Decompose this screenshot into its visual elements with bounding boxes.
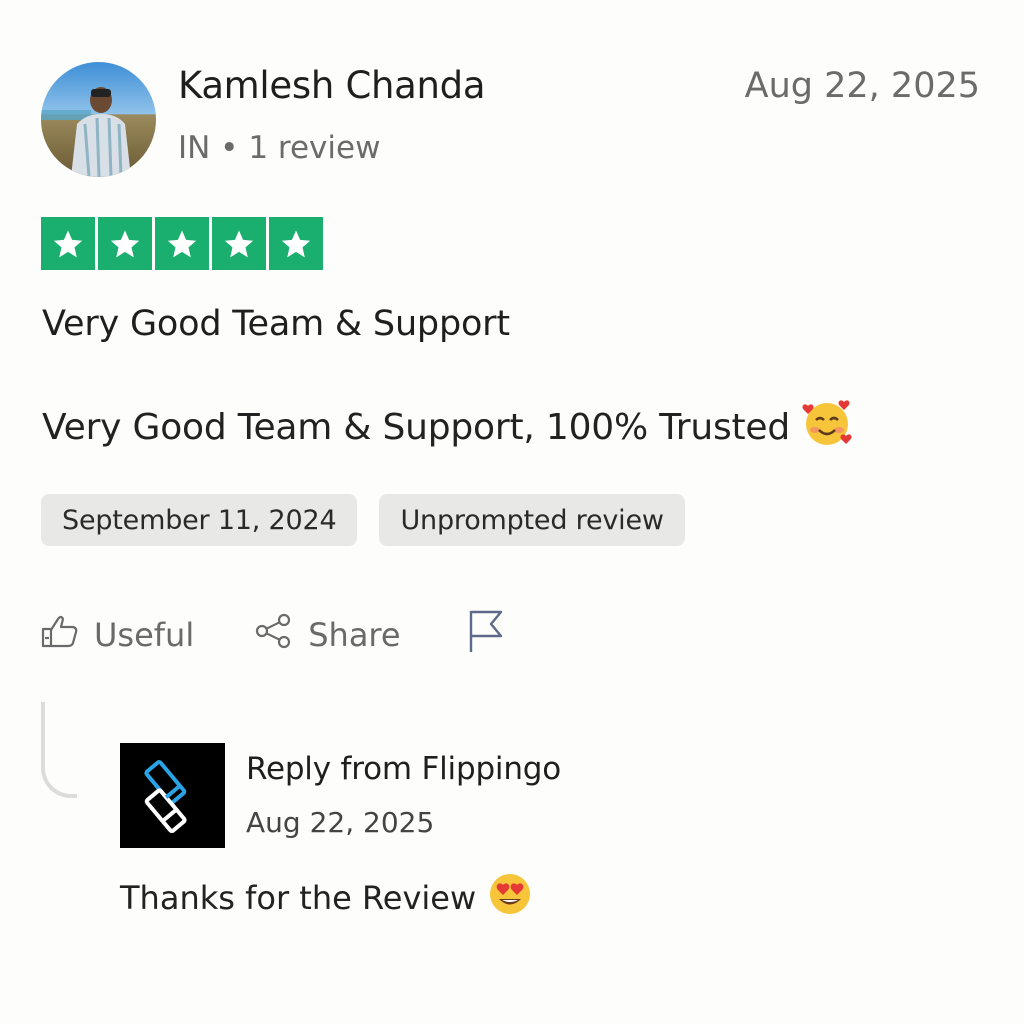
star-rating <box>41 217 323 270</box>
share-label: Share <box>308 616 401 654</box>
useful-label: Useful <box>94 616 195 654</box>
reply-author: Reply from Flippingo <box>246 751 562 787</box>
reviewer-meta: IN • 1 review <box>178 130 381 166</box>
flag-icon <box>467 608 507 662</box>
reply-text-body: Thanks for the Review <box>120 879 477 917</box>
review-title: Very Good Team & Support <box>42 304 510 344</box>
reply-date: Aug 22, 2025 <box>246 806 435 839</box>
review-chips: September 11, 2024 Unprompted review <box>41 494 685 546</box>
review-date: Aug 22, 2025 <box>744 66 980 106</box>
review-type-chip[interactable]: Unprompted review <box>379 494 685 546</box>
share-button[interactable]: Share <box>254 611 401 659</box>
star-icon <box>41 217 95 270</box>
reply-text: Thanks for the Review <box>120 872 532 924</box>
heart-eyes-icon <box>488 872 532 924</box>
avatar-photo <box>41 62 156 177</box>
reviewer-avatar[interactable] <box>41 62 156 177</box>
reviewer-name[interactable]: Kamlesh Chanda <box>178 64 486 107</box>
star-icon <box>269 217 323 270</box>
star-icon <box>155 217 209 270</box>
smiling-face-with-hearts-icon <box>802 398 852 457</box>
star-icon <box>212 217 266 270</box>
thumbs-up-icon <box>40 611 80 659</box>
star-icon <box>98 217 152 270</box>
reply-connector <box>41 702 77 798</box>
review-actions: Useful Share <box>40 608 507 662</box>
useful-button[interactable]: Useful <box>40 611 194 659</box>
flippingo-logo <box>120 743 225 848</box>
share-icon <box>254 611 294 659</box>
review-body-text: Very Good Team & Support, 100% Trusted <box>42 407 791 448</box>
report-button[interactable] <box>467 608 507 662</box>
review-body: Very Good Team & Support, 100% Trusted <box>42 398 852 457</box>
experience-date-chip: September 11, 2024 <box>41 494 358 546</box>
